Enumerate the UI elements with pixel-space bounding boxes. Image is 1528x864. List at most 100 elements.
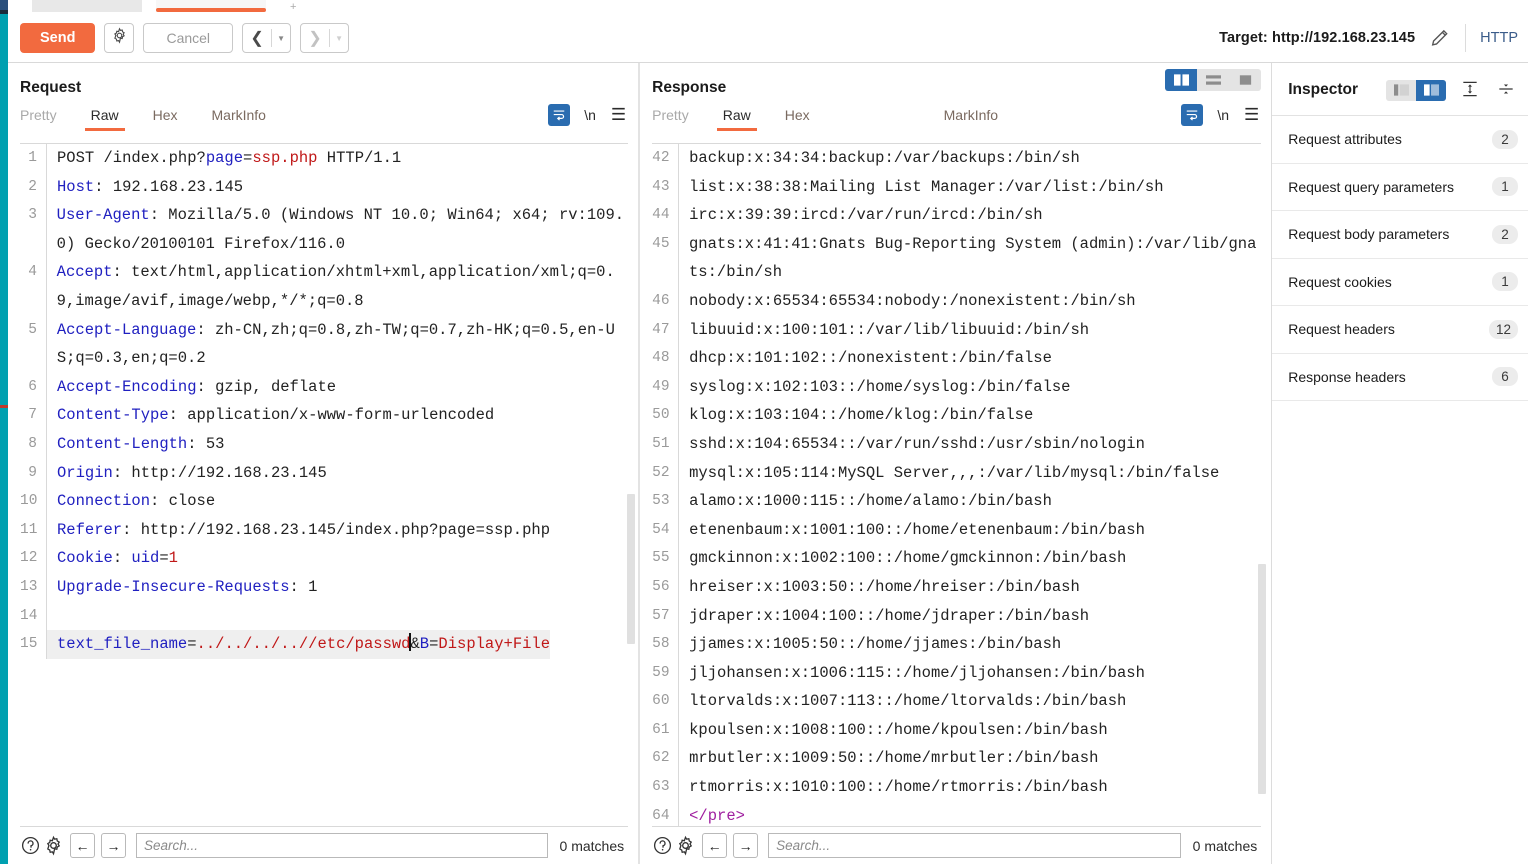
gear-icon[interactable] bbox=[675, 835, 696, 856]
editor-line: 63 rtmorris:x:1010:100::/home/rtmorris:/b… bbox=[652, 773, 1261, 802]
request-newline-label[interactable]: \n bbox=[584, 107, 596, 123]
line-text: kpoulsen:x:1008:100::/home/kpoulsen:/bin… bbox=[689, 720, 1108, 739]
layout-stacked-icon[interactable] bbox=[1197, 69, 1229, 91]
inspector-row-count: 2 bbox=[1492, 224, 1519, 244]
cancel-button[interactable]: Cancel bbox=[143, 23, 234, 53]
editor-line: 9 Origin: http://192.168.23.145 bbox=[20, 458, 628, 488]
repeater-toolbar: Send Cancel ❮ ▼ ❯ ▼ Target: http://192.1… bbox=[8, 14, 1528, 63]
line-number: 42 bbox=[652, 150, 670, 166]
inspector-row-request-query-parameters[interactable]: Request query parameters 1 bbox=[1272, 164, 1528, 211]
request-editor[interactable]: 1 POST /index.php?page=ssp.php HTTP/1.1 2 H… bbox=[20, 144, 628, 826]
layout-side-by-side-icon[interactable] bbox=[1165, 69, 1198, 91]
request-word-wrap-icon[interactable] bbox=[548, 104, 571, 126]
inspector-row-count: 6 bbox=[1492, 367, 1519, 387]
request-tab-pretty[interactable]: Pretty bbox=[20, 107, 57, 131]
help-icon[interactable] bbox=[20, 835, 41, 856]
request-scrollbar[interactable] bbox=[626, 144, 636, 826]
line-number: 50 bbox=[652, 407, 670, 424]
search-next-button[interactable]: → bbox=[101, 833, 126, 858]
next-dropdown-icon[interactable]: ▼ bbox=[330, 24, 348, 52]
inspector-panel: Inspector Request attributes 2 Request q… bbox=[1271, 63, 1528, 864]
request-hamburger-icon[interactable]: ☰ bbox=[611, 105, 626, 125]
pencil-icon[interactable] bbox=[1429, 27, 1451, 49]
inspector-row-label: Response headers bbox=[1288, 368, 1406, 385]
line-number: 59 bbox=[652, 664, 670, 681]
expand-all-icon[interactable] bbox=[1460, 79, 1482, 101]
line-number: 11 bbox=[20, 521, 38, 538]
line-text bbox=[47, 602, 66, 631]
inspector-row-request-headers[interactable]: Request headers 12 bbox=[1272, 306, 1528, 354]
search-prev-button[interactable]: ← bbox=[702, 833, 728, 858]
repeater-tab-active-indicator bbox=[156, 8, 266, 12]
response-tab-raw[interactable]: Raw bbox=[716, 107, 757, 131]
line-number: 63 bbox=[652, 779, 670, 796]
request-settings-button[interactable] bbox=[104, 23, 135, 53]
line-text: Referer: http://192.168.23.145/index.php… bbox=[57, 520, 550, 539]
help-icon[interactable] bbox=[652, 835, 673, 856]
chevron-left-icon: ❮ bbox=[250, 30, 264, 47]
line-text: jdraper:x:1004:100::/home/jdraper:/bin/b… bbox=[689, 606, 1090, 625]
inspector-row-response-headers[interactable]: Response headers 6 bbox=[1272, 354, 1528, 401]
line-text: POST /index.php?page=ssp.php HTTP/1.1 bbox=[57, 149, 402, 167]
layout-button-group bbox=[1165, 69, 1262, 91]
inspector-row-request-cookies[interactable]: Request cookies 1 bbox=[1272, 259, 1528, 306]
line-text: irc:x:39:39:ircd:/var/run/ircd:/bin/sh bbox=[689, 206, 1043, 225]
request-tab-markinfo[interactable]: MarkInfo bbox=[212, 107, 266, 131]
line-text: Origin: http://192.168.23.145 bbox=[57, 463, 327, 482]
request-tab-hex[interactable]: Hex bbox=[153, 107, 178, 131]
chevron-right-icon: ❯ bbox=[308, 30, 322, 47]
line-text: Connection: close bbox=[57, 492, 216, 511]
line-text: gnats:x:41:41:Gnats Bug-Reporting System… bbox=[688, 234, 1257, 282]
line-number: 9 bbox=[28, 464, 37, 481]
panel-wide-icon[interactable] bbox=[1416, 79, 1447, 101]
toolbar-divider bbox=[1465, 24, 1467, 52]
line-number: 57 bbox=[652, 607, 670, 624]
panel-narrow-icon[interactable] bbox=[1386, 80, 1416, 101]
editor-line: 60 ltorvalds:x:1007:113::/home/ltorvalds:… bbox=[652, 687, 1261, 716]
response-tab-hex[interactable]: Hex bbox=[785, 107, 810, 131]
request-title: Request bbox=[20, 79, 82, 96]
inspector-row-label: Request headers bbox=[1288, 321, 1395, 338]
response-hamburger-icon[interactable]: ☰ bbox=[1244, 105, 1259, 125]
rail-marker bbox=[0, 405, 8, 408]
repeater-tab-strip: + bbox=[8, 0, 1528, 14]
editor-line: 55 gmckinnon:x:1002:100::/home/gmckinnon:… bbox=[652, 544, 1261, 573]
inspector-title: Inspector bbox=[1288, 81, 1359, 98]
repeater-tab-1[interactable] bbox=[32, 0, 142, 12]
inspector-row-count: 12 bbox=[1488, 319, 1519, 339]
inspector-row-request-attributes[interactable]: Request attributes 2 bbox=[1272, 116, 1528, 164]
response-search-input[interactable]: Search... bbox=[768, 833, 1181, 858]
editor-line: 45 gnats:x:41:41:Gnats Bug-Reporting Syst… bbox=[652, 229, 1261, 287]
prev-dropdown-icon[interactable]: ▼ bbox=[272, 24, 290, 52]
response-newline-label[interactable]: \n bbox=[1217, 107, 1229, 123]
search-next-button[interactable]: → bbox=[733, 833, 759, 858]
target-label: Target: http://192.168.23.145 bbox=[1219, 30, 1416, 46]
inspector-row-request-body-parameters[interactable]: Request body parameters 2 bbox=[1272, 211, 1528, 259]
line-text: Content-Length: 53 bbox=[57, 434, 225, 453]
gear-icon[interactable] bbox=[43, 835, 64, 856]
line-text: jljohansen:x:1006:115::/home/jljohansen:… bbox=[689, 663, 1145, 682]
line-number: 44 bbox=[652, 207, 670, 224]
send-button[interactable]: Send bbox=[20, 23, 96, 53]
collapse-all-icon[interactable] bbox=[1496, 79, 1518, 101]
response-footer: ← → Search... 0 matches bbox=[652, 826, 1262, 864]
request-search-input[interactable]: Search... bbox=[136, 833, 548, 858]
editor-line: 48 dhcp:x:101:102::/nonexistent:/bin/fals… bbox=[652, 344, 1261, 373]
add-tab-icon[interactable]: + bbox=[290, 2, 300, 13]
line-text: dhcp:x:101:102::/nonexistent:/bin/false bbox=[689, 349, 1052, 368]
line-text: Accept-Language: zh-CN,zh;q=0.8,zh-TW;q=… bbox=[56, 320, 615, 368]
layout-single-icon[interactable] bbox=[1229, 69, 1261, 91]
search-prev-button[interactable]: ← bbox=[70, 833, 95, 858]
editor-line: 50 klog:x:103:104::/home/klog:/bin/false bbox=[652, 401, 1261, 430]
editor-line: 42 backup:x:34:34:backup:/var/backups:/bi… bbox=[652, 144, 1261, 173]
response-editor[interactable]: 42 backup:x:34:34:backup:/var/backups:/bi… bbox=[652, 144, 1261, 826]
line-number: 14 bbox=[20, 607, 38, 624]
response-word-wrap-icon[interactable] bbox=[1181, 104, 1204, 126]
response-scrollbar[interactable] bbox=[1257, 144, 1267, 826]
prev-request-button[interactable]: ❮ ▼ bbox=[242, 23, 292, 53]
response-tab-markinfo[interactable]: MarkInfo bbox=[944, 107, 998, 131]
response-tab-pretty[interactable]: Pretty bbox=[652, 107, 689, 131]
next-request-button[interactable]: ❯ ▼ bbox=[300, 23, 350, 53]
editor-line: 53 alamo:x:1000:115::/home/alamo:/bin/bas… bbox=[652, 487, 1261, 516]
request-tab-raw[interactable]: Raw bbox=[84, 107, 125, 131]
